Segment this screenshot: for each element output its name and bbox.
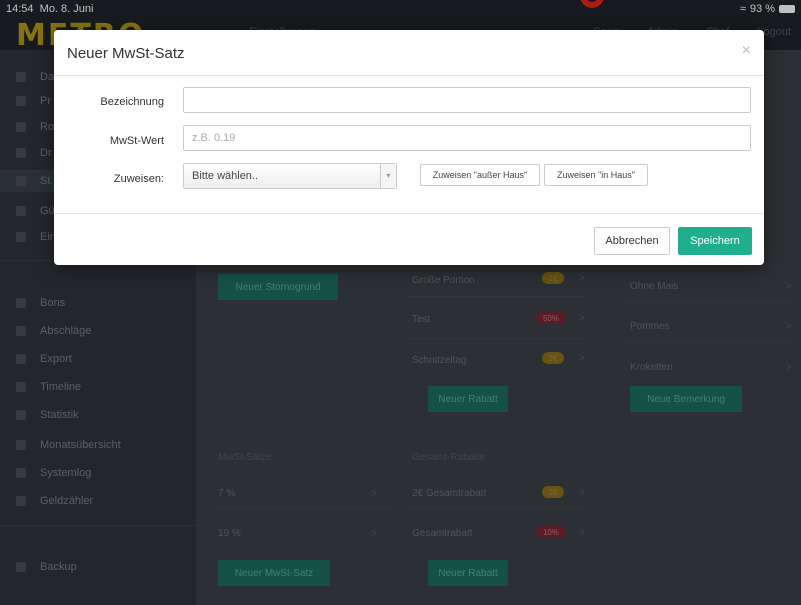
zuweisen-in-haus-button[interactable]: Zuweisen "in Haus" — [544, 164, 648, 186]
bezeichnung-label: Bezeichnung — [100, 96, 164, 108]
bezeichnung-input[interactable] — [183, 87, 751, 113]
mwst-wert-label: MwSt-Wert — [109, 135, 164, 147]
save-button[interactable]: Speichern — [678, 227, 752, 255]
zuweisen-select-value: Bitte wählen.. — [192, 170, 259, 182]
mwst-wert-input[interactable]: z.B. 0.19 — [183, 125, 751, 151]
modal-title: Neuer MwSt-Satz — [67, 45, 185, 62]
zuweisen-select[interactable]: Bitte wählen.. ▾ — [183, 163, 397, 189]
modal-header: Neuer MwSt-Satz × — [54, 30, 764, 76]
cancel-button[interactable]: Abbrechen — [594, 227, 670, 255]
chevron-down-icon: ▾ — [380, 164, 396, 188]
modal-footer: Abbrechen Speichern — [54, 213, 764, 265]
zuweisen-ausser-haus-button[interactable]: Zuweisen "außer Haus" — [420, 164, 540, 186]
close-icon[interactable]: × — [742, 42, 751, 60]
zuweisen-label: Zuweisen: — [113, 173, 164, 185]
new-vat-rate-modal: Neuer MwSt-Satz × Bezeichnung MwSt-Wert … — [54, 30, 764, 265]
